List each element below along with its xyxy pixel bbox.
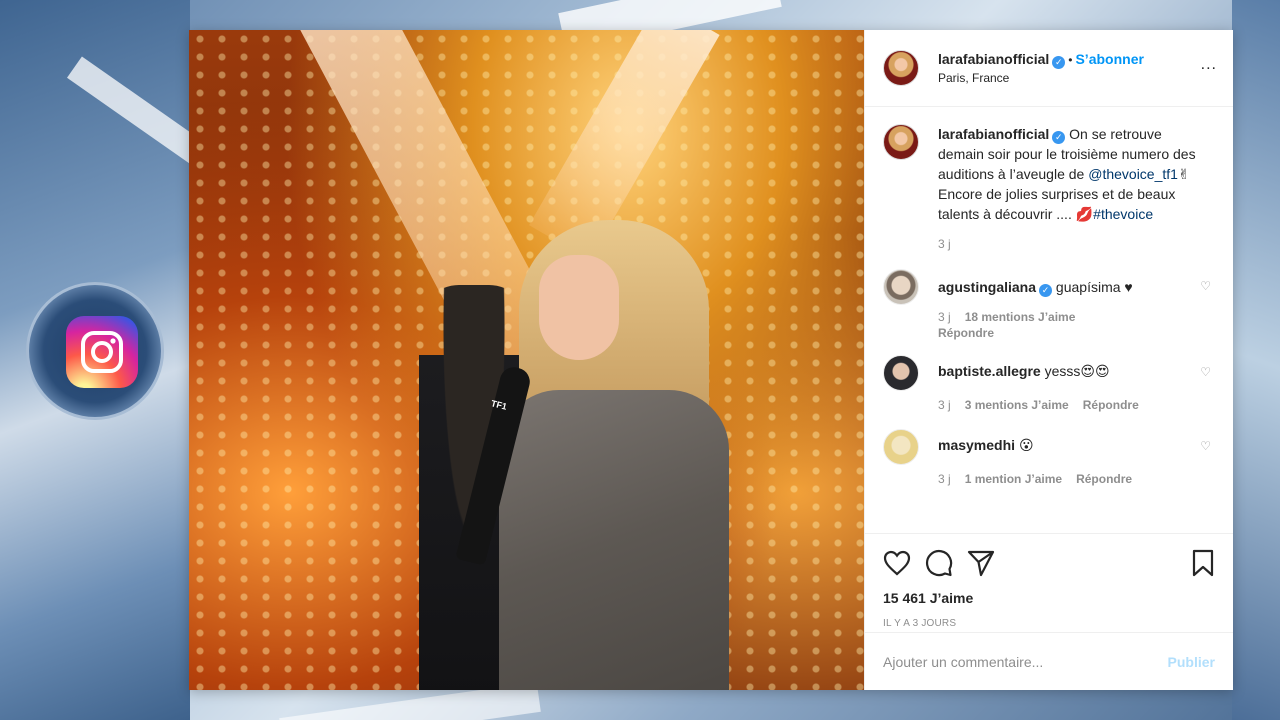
comment-item: baptiste.allegre yesss😍😍 3 j 3 mentions J… xyxy=(883,355,1215,415)
header-text: larafabianofficial ✓ • S’abonner Paris, Fra… xyxy=(938,51,1144,85)
mention-link[interactable]: @thevoice_tf1 xyxy=(1088,166,1178,182)
comment-likes[interactable]: 3 mentions J’aime xyxy=(965,398,1069,412)
verified-badge-icon: ✓ xyxy=(1052,131,1066,144)
comments-list[interactable]: larafabianofficial ✓ On se retrouve demai… xyxy=(865,108,1233,533)
post-timestamp[interactable]: IL Y A 3 JOURS xyxy=(883,618,1215,629)
bookmark-icon[interactable] xyxy=(1191,549,1215,577)
instagram-logo-icon xyxy=(66,316,138,388)
comment-input[interactable] xyxy=(883,653,1168,670)
comment-age[interactable]: 3 j xyxy=(938,310,951,324)
comment-bubble-icon[interactable] xyxy=(925,549,953,577)
post-caption: larafabianofficial ✓ On se retrouve demai… xyxy=(883,108,1215,254)
caption-emoji: ✌ xyxy=(1177,166,1190,182)
heart-outline-icon[interactable] xyxy=(883,550,911,576)
comment-avatar[interactable] xyxy=(883,269,919,305)
likes-count[interactable]: 15 461 J’aime xyxy=(883,590,1215,606)
comment-text: guapísima ♥ xyxy=(1055,279,1133,295)
comment-text: yesss😍😍 xyxy=(1044,363,1110,379)
publish-button[interactable]: Publier xyxy=(1168,654,1215,670)
comment-meta: 3 j 18 mentions J’aime Répondre xyxy=(938,309,1208,341)
comment-likes[interactable]: 1 mention J’aime xyxy=(965,472,1062,486)
more-options-icon[interactable]: ... xyxy=(1201,56,1217,74)
woman-jacket xyxy=(499,390,729,690)
comment-body: agustingaliana ✓ guapísima ♥ 3 j 18 mentio… xyxy=(938,269,1208,341)
caption-age[interactable]: 3 j xyxy=(938,237,951,251)
comment-age[interactable]: 3 j xyxy=(938,398,951,412)
reply-button[interactable]: Répondre xyxy=(1083,398,1139,412)
comment-like-heart-icon[interactable]: ♡ xyxy=(1200,279,1211,293)
post-location[interactable]: Paris, France xyxy=(938,71,1144,85)
follow-button[interactable]: S’abonner xyxy=(1075,51,1143,67)
separator-dot: • xyxy=(1068,53,1073,67)
background-right-panel xyxy=(1232,0,1280,720)
author-username[interactable]: larafabianofficial xyxy=(938,51,1049,67)
author-avatar[interactable] xyxy=(883,50,919,86)
comment-username[interactable]: baptiste.allegre xyxy=(938,363,1041,379)
reply-button[interactable]: Répondre xyxy=(1076,472,1132,486)
caption-username[interactable]: larafabianofficial xyxy=(938,126,1049,142)
post-actions: 15 461 J’aime IL Y A 3 JOURS xyxy=(865,533,1233,629)
comment-username[interactable]: agustingaliana xyxy=(938,279,1036,295)
caption-avatar[interactable] xyxy=(883,124,919,160)
comment-username[interactable]: masymedhi xyxy=(938,437,1015,453)
paper-plane-icon[interactable] xyxy=(967,549,995,577)
comment-age[interactable]: 3 j xyxy=(938,472,951,486)
comment-text: 😮 xyxy=(1018,437,1034,453)
comment-avatar[interactable] xyxy=(883,355,919,391)
comment-avatar[interactable] xyxy=(883,429,919,465)
comment-item: masymedhi 😮 3 j1 mention J’aime Répondre … xyxy=(883,429,1215,489)
post-side-panel: larafabianofficial ✓ • S’abonner Paris, Fra… xyxy=(864,30,1233,690)
hashtag-link[interactable]: #thevoice xyxy=(1093,206,1153,222)
verified-badge-icon: ✓ xyxy=(1052,56,1066,69)
comment-body: baptiste.allegre yesss😍😍 3 j 3 mentions J… xyxy=(938,355,1208,415)
caption-meta: 3 j xyxy=(938,234,1208,254)
comment-item: agustingaliana ✓ guapísima ♥ 3 j 18 mentio… xyxy=(883,269,1215,341)
instagram-post: TF1 larafabianofficial ✓ • S’abonner Paris,… xyxy=(189,30,1233,690)
comment-like-heart-icon[interactable]: ♡ xyxy=(1200,439,1211,453)
comment-meta: 3 j 1 mention J’aime Répondre xyxy=(938,469,1208,489)
add-comment-bar: Publier xyxy=(865,632,1233,690)
comment-meta: 3 j 3 mentions J’aime Répondre xyxy=(938,395,1208,415)
caption-body: larafabianofficial ✓ On se retrouve demai… xyxy=(938,124,1208,254)
comment-likes[interactable]: 18 mentions J’aime xyxy=(965,310,1076,324)
post-header: larafabianofficial ✓ • S’abonner Paris, Fra… xyxy=(865,30,1233,107)
comment-body: masymedhi 😮 3 j 1 mention J’aime Répondre xyxy=(938,429,1208,489)
reply-button[interactable]: Répondre xyxy=(938,326,994,340)
comment-like-heart-icon[interactable]: ♡ xyxy=(1200,365,1211,379)
woman-face xyxy=(539,255,619,360)
action-icons xyxy=(883,546,1215,580)
post-photo[interactable]: TF1 xyxy=(189,30,864,690)
verified-badge-icon: ✓ xyxy=(1039,284,1053,297)
